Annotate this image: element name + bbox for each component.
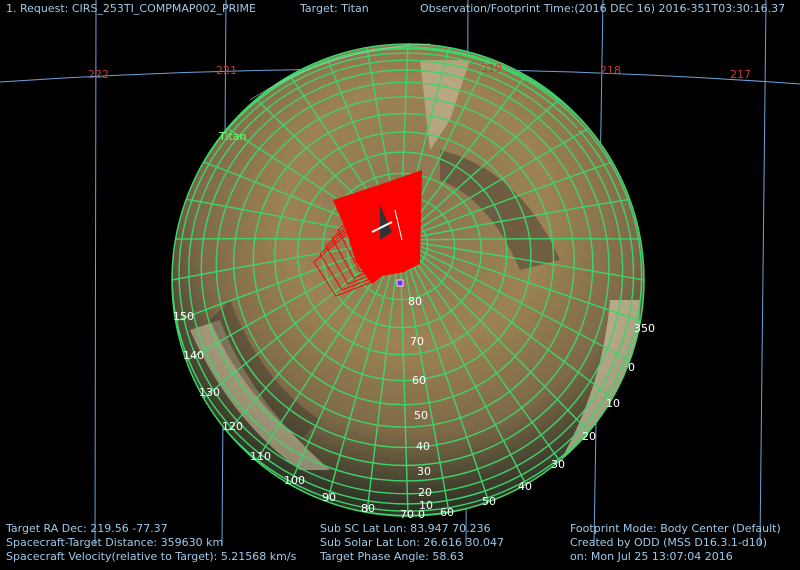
request-label: 1. Request: CIRS_253TI_COMPMAP002_PRIME: [6, 2, 256, 15]
lon-label: 90: [322, 491, 336, 504]
lat-label: 50: [414, 409, 428, 422]
lat-label: 30: [417, 465, 431, 478]
lon-label: 110: [250, 450, 271, 463]
ra-label: 219: [481, 62, 502, 75]
lon-label: 350: [634, 322, 655, 335]
lon-label: 20: [582, 430, 596, 443]
lat-label: 70: [410, 335, 424, 348]
lon-label: 0: [628, 361, 635, 374]
lat-label: 60: [412, 374, 426, 387]
ra-label: 218: [600, 64, 621, 77]
spacecraft-velocity: Spacecraft Velocity(relative to Target):…: [6, 550, 297, 563]
footprint-mode: Footprint Mode: Body Center (Default): [570, 522, 781, 535]
created-on: on: Mon Jul 25 13:07:04 2016: [570, 550, 733, 563]
lon-label: 80: [361, 502, 375, 515]
geometry-info-left: Target RA Dec: 219.56 -77.37 Spacecraft-…: [6, 522, 296, 564]
spacecraft-distance: Spacecraft-Target Distance: 359630 km: [6, 536, 224, 549]
lon-label: 30: [551, 458, 565, 471]
lon-label: 10: [606, 397, 620, 410]
lon-label: 150: [173, 310, 194, 323]
lat-label: 80: [408, 295, 422, 308]
phase-angle: Target Phase Angle: 58.63: [320, 550, 464, 563]
created-by: Created by ODD (MSS D16.3.1-d10): [570, 536, 768, 549]
lon-label: 130: [199, 386, 220, 399]
lat-label: 40: [416, 440, 430, 453]
lon-label: 140: [183, 349, 204, 362]
sub-sc-lat-lon: Sub SC Lat Lon: 83.947 70.236: [320, 522, 491, 535]
footprint-view: 222 221 219 218 217 Titan 80 70 60 50 40…: [0, 0, 800, 546]
observation-time-label: Observation/Footprint Time:(2016 DEC 16)…: [420, 2, 786, 15]
lon-label: 60: [440, 506, 454, 519]
sub-spacecraft-marker: [396, 279, 404, 287]
ra-label: 217: [730, 68, 751, 81]
ra-label: 221: [216, 64, 237, 77]
target-ra-dec: Target RA Dec: 219.56 -77.37: [6, 522, 168, 535]
target-label: Target: Titan: [300, 2, 369, 15]
lon-label: 50: [482, 495, 496, 508]
ra-label: 222: [88, 68, 109, 81]
footprint-info-right: Footprint Mode: Body Center (Default) Cr…: [570, 522, 781, 564]
lat-label: 0: [418, 508, 425, 521]
lon-label: 120: [222, 420, 243, 433]
geometry-info-middle: Sub SC Lat Lon: 83.947 70.236 Sub Solar …: [320, 522, 504, 564]
lon-label: 40: [518, 480, 532, 493]
lat-label: 20: [418, 486, 432, 499]
body-name-label: Titan: [218, 130, 246, 143]
lon-label: 100: [284, 474, 305, 487]
titan-disk: [171, 43, 645, 517]
lon-label: 70: [400, 508, 414, 521]
sub-solar-lat-lon: Sub Solar Lat Lon: 26.616 30.047: [320, 536, 504, 549]
